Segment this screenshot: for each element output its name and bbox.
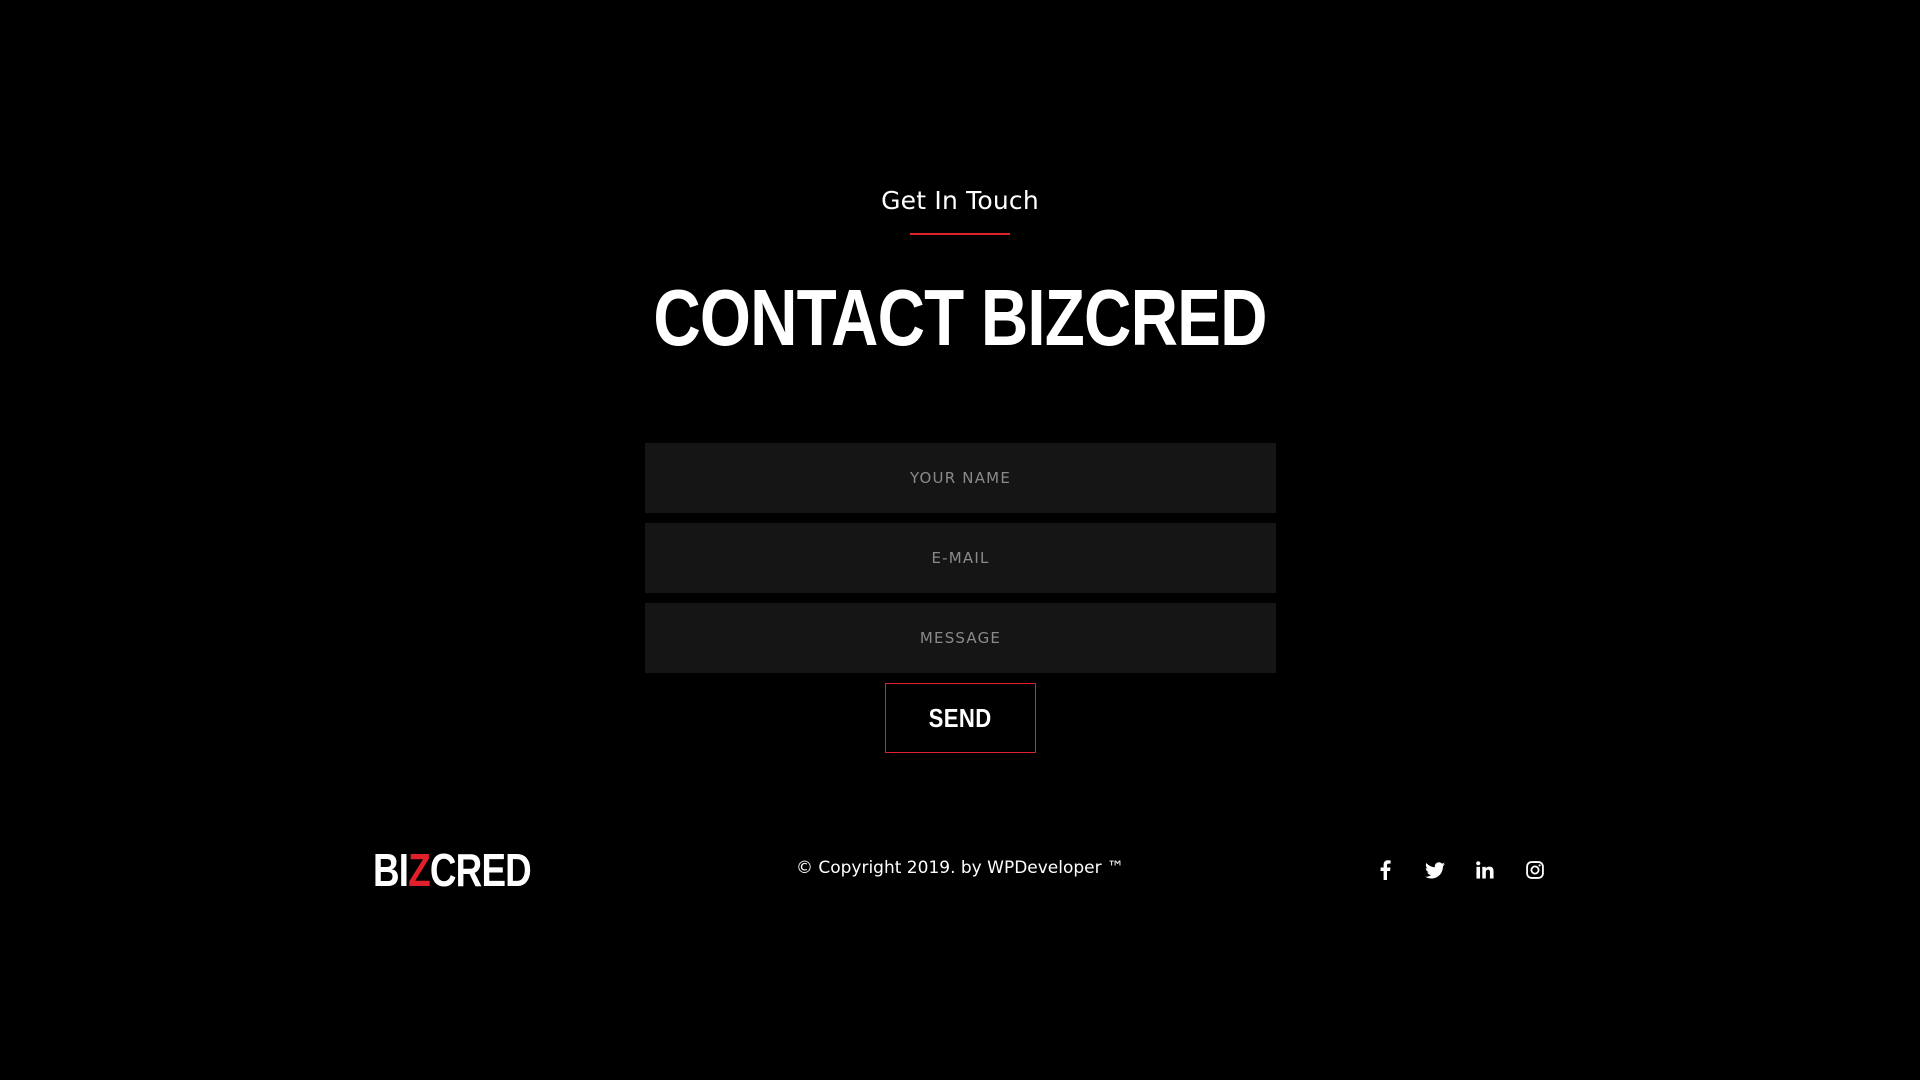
email-input[interactable]	[645, 523, 1276, 593]
name-input[interactable]	[645, 443, 1276, 513]
logo-text-part3: CRED	[429, 844, 532, 896]
message-input[interactable]	[645, 603, 1276, 673]
section-eyebrow: Get In Touch	[881, 186, 1039, 215]
instagram-icon	[1526, 861, 1544, 879]
facebook-link[interactable]	[1370, 855, 1400, 885]
send-button-label: SEND	[928, 702, 993, 733]
copyright-text-row: © Copyright 2019. by WPDeveloper ™	[0, 858, 1920, 878]
instagram-link[interactable]	[1520, 855, 1550, 885]
linkedin-link[interactable]	[1470, 855, 1500, 885]
send-button-wrap: SEND	[645, 683, 1276, 753]
footer-logo[interactable]: BIZCRED	[373, 844, 532, 896]
linkedin-icon	[1476, 861, 1494, 879]
contact-page: Get In Touch CONTACT BIZCRED SEND BIZCRE…	[0, 0, 1920, 1080]
twitter-link[interactable]	[1420, 855, 1450, 885]
copyright-text: © Copyright 2019. by WPDeveloper ™	[795, 858, 1125, 878]
page-title: CONTACT BIZCRED	[653, 273, 1267, 362]
send-button[interactable]: SEND	[885, 683, 1036, 753]
logo-text-part2: Z	[408, 844, 430, 896]
eyebrow-underline	[910, 233, 1010, 235]
twitter-icon	[1425, 861, 1445, 878]
facebook-icon	[1380, 860, 1391, 880]
logo-text-part1: BI	[373, 844, 409, 896]
contact-form: SEND	[645, 443, 1276, 753]
social-links	[1370, 855, 1550, 885]
